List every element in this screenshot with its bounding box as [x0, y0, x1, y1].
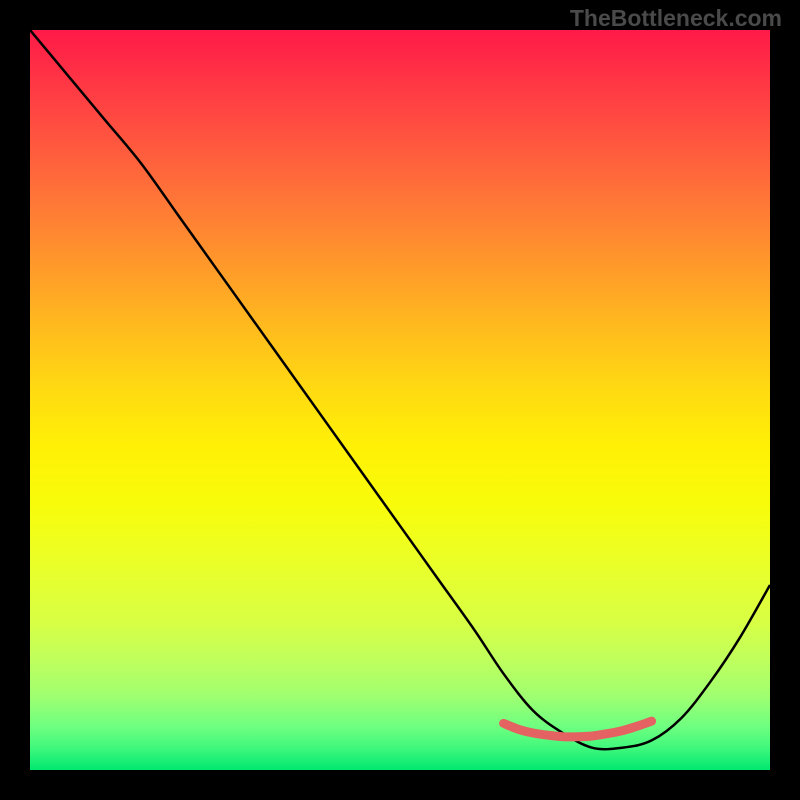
- watermark-text: TheBottleneck.com: [570, 5, 782, 32]
- chart-container: TheBottleneck.com: [0, 0, 800, 800]
- plot-area: [30, 30, 770, 770]
- curve-svg: [30, 30, 770, 770]
- bottleneck-curve: [30, 30, 770, 749]
- bottom-marker-band: [504, 721, 652, 737]
